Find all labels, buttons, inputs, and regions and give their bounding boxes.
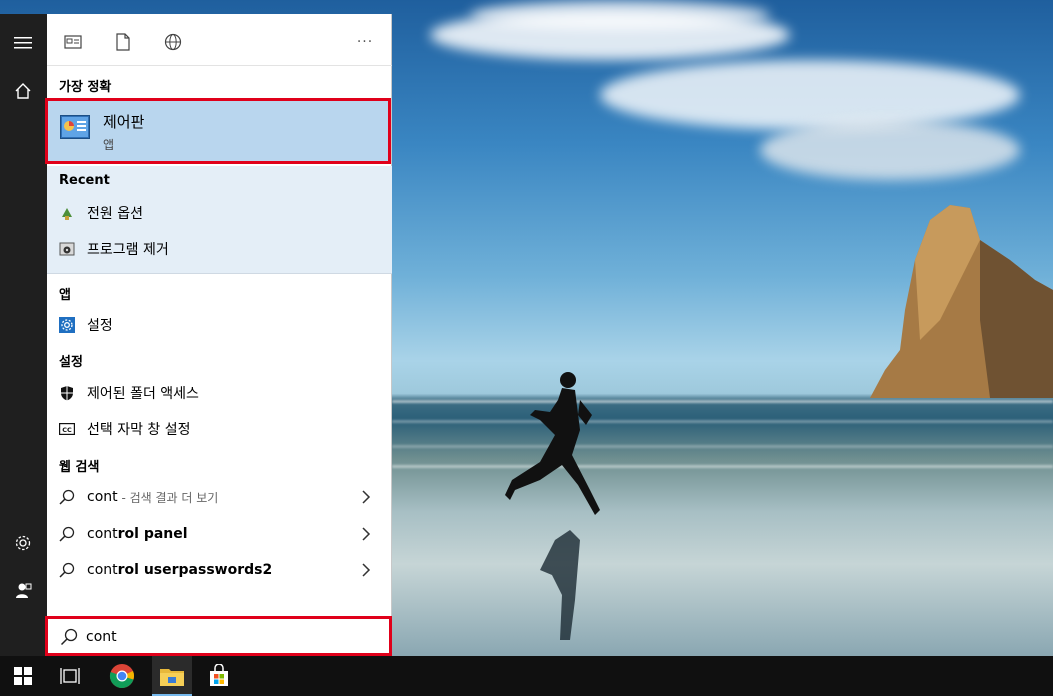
setting-item-controlled-folder-access[interactable]: 제어된 폴더 액세스 <box>59 381 199 405</box>
recent-item-uninstall-program[interactable]: 프로그램 제거 <box>59 237 169 261</box>
chrome-icon[interactable] <box>108 662 136 690</box>
control-panel-icon <box>60 115 90 139</box>
recent-item-label: 전원 옵션 <box>87 206 143 222</box>
recent-section: Recent 전원 옵션 프로그램 제거 <box>47 166 392 274</box>
chevron-right-icon[interactable] <box>359 489 373 505</box>
home-icon[interactable] <box>12 80 34 102</box>
runner-silhouette-image <box>505 372 600 640</box>
recent-item-power-options[interactable]: 전원 옵션 <box>59 201 143 225</box>
setting-item-closed-captions[interactable]: CC 선택 자막 창 설정 <box>59 417 191 441</box>
apps-heading: 앱 <box>59 288 71 303</box>
search-box[interactable] <box>45 616 392 656</box>
web-result-control-userpasswords2[interactable]: cont rol userpasswords2 <box>59 558 377 582</box>
chevron-right-icon[interactable] <box>359 562 373 578</box>
globe-icon[interactable] <box>163 32 183 52</box>
search-results-panel: ··· 가장 정확 제어판 앱 Recent 전원 옵션 프로그램 제거 앱 설… <box>45 14 392 656</box>
recent-item-label: 프로그램 제거 <box>87 242 169 258</box>
web-result-control-panel[interactable]: cont rol panel <box>59 522 377 546</box>
search-filter-bar: ··· <box>47 14 392 66</box>
best-match-subtitle: 앱 <box>103 138 115 152</box>
microsoft-store-icon[interactable] <box>205 662 233 690</box>
app-item-label: 설정 <box>87 318 113 334</box>
gear-icon[interactable] <box>12 532 34 554</box>
web-result-completion: rol panel <box>117 526 188 542</box>
best-match-heading: 가장 정확 <box>59 80 112 95</box>
user-icon[interactable] <box>12 580 34 602</box>
setting-item-label: 선택 자막 창 설정 <box>87 422 191 438</box>
search-icon <box>59 526 75 542</box>
setting-item-label: 제어된 폴더 액세스 <box>87 386 199 402</box>
chevron-right-icon[interactable] <box>359 526 373 542</box>
web-result-typed: cont <box>87 562 118 578</box>
cc-icon: CC <box>59 421 75 437</box>
search-icon <box>60 628 78 646</box>
web-result-typed: cont <box>87 489 118 505</box>
task-view-icon[interactable] <box>56 662 84 690</box>
more-options-button[interactable]: ··· <box>353 32 377 52</box>
web-result-completion: rol userpasswords2 <box>117 562 273 578</box>
power-options-icon <box>59 205 75 221</box>
search-input[interactable] <box>86 625 376 649</box>
sea-rock-image <box>870 205 1053 398</box>
recent-heading: Recent <box>59 173 110 188</box>
document-window-icon[interactable] <box>63 32 83 52</box>
web-search-heading: 웹 검색 <box>59 460 100 475</box>
search-icon <box>59 489 75 505</box>
app-item-settings[interactable]: 설정 <box>59 313 113 337</box>
file-icon[interactable] <box>113 32 133 52</box>
file-explorer-icon[interactable] <box>158 662 186 690</box>
windows-start-icon[interactable] <box>9 662 37 690</box>
settings-heading: 설정 <box>59 355 83 370</box>
taskbar <box>0 656 1053 696</box>
web-result-cont[interactable]: cont - 검색 결과 더 보기 <box>59 485 377 509</box>
web-result-typed: cont <box>87 526 118 542</box>
best-match-item-control-panel[interactable]: 제어판 앱 <box>45 98 391 164</box>
web-result-suffix: - 검색 결과 더 보기 <box>117 490 219 505</box>
uninstall-program-icon <box>59 241 75 257</box>
shield-icon <box>59 385 75 401</box>
settings-gear-icon <box>59 317 75 333</box>
svg-text:CC: CC <box>62 426 72 434</box>
best-match-title: 제어판 <box>103 113 145 131</box>
start-menu-rail <box>0 14 47 656</box>
search-icon <box>59 562 75 578</box>
hamburger-icon[interactable] <box>12 32 34 54</box>
